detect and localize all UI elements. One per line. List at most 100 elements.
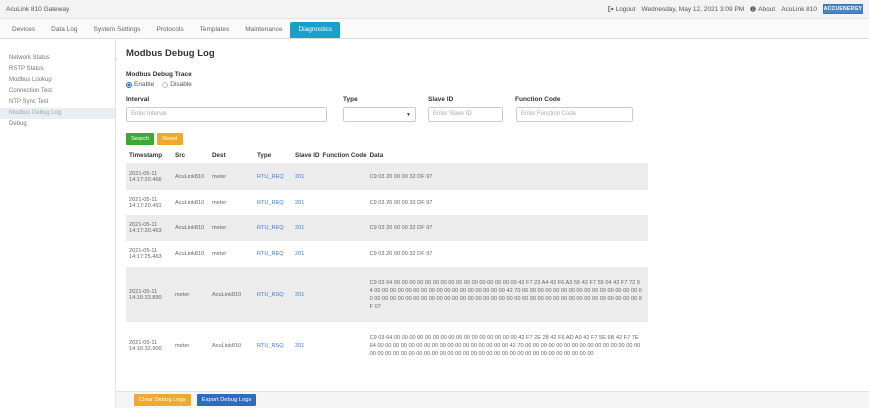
cell-src: meter (172, 267, 209, 322)
sidebar-item-network-status[interactable]: Network Status (0, 53, 115, 64)
sidebar-item-modbus-debug-log[interactable]: Modbus Debug Log (0, 108, 115, 119)
disable-radio[interactable]: Disable (162, 81, 192, 88)
cell-func (319, 267, 367, 322)
sidebar-item-debug[interactable]: Debug (0, 119, 115, 130)
table-row: 2021-05-11 14:17:20.463 AcuLink810 meter RTU… (126, 215, 648, 241)
table-row: 2021-05-11 14:17:20.466 AcuLink810 meter RTU… (126, 163, 648, 190)
table-row: 2021-05-11 14:16:33.890 meter AcuLink810 RTU… (126, 267, 648, 322)
column-header-src: Src (175, 151, 186, 159)
trace-label: Modbus Debug Trace (126, 71, 192, 78)
cell-dest: meter (209, 215, 254, 241)
about-link[interactable]: About (750, 6, 775, 13)
brand-logo-text: ACCUENERGY (823, 6, 863, 12)
filter-labels: Interval Type Slave ID Function Code (126, 96, 866, 106)
cell-type: RTU_RSQ (254, 322, 292, 370)
column-header-slave-id: Slave ID (295, 151, 320, 159)
cell-slave: 201 (292, 163, 320, 190)
enable-label: Enable (134, 81, 155, 88)
sidebar-item-modbus-lookup[interactable]: Modbus Lookup (0, 75, 115, 86)
table-row: 2021-05-11 14:17:20.491 AcuLink810 meter RTU… (126, 190, 648, 215)
cell-func (319, 241, 367, 267)
tab-protocols[interactable]: Protocols (148, 22, 191, 38)
cell-timestamp: 2021-05-11 14:17:20.463 (126, 215, 172, 241)
sidebar-item-ntp-sync-test[interactable]: NTP Sync Test (0, 97, 115, 108)
function-code-label: Function Code (515, 96, 561, 103)
tab-diagnostics[interactable]: Diagnostics (290, 22, 341, 38)
app-title: AcuLink 810 Gateway (6, 5, 70, 13)
tab-system-settings[interactable]: System Settings (86, 22, 149, 38)
timestamp-time: 14:17:20.463 (129, 228, 162, 234)
cell-dest: meter (209, 241, 254, 267)
cell-type: RTU_REQ (254, 190, 292, 215)
cell-func (319, 215, 367, 241)
sidebar: Network Status RSTP Status Modbus Lookup Co… (0, 39, 116, 408)
cell-data: C9 03 20 00 00 32 DF 97 (366, 241, 648, 267)
column-header-data: Data (369, 151, 384, 159)
cell-timestamp: 2021-05-11 14:16:33.890 (126, 267, 172, 322)
debug-log-table: Timestamp Src Dest Type Slave ID Function Cod… (126, 147, 648, 370)
enable-radio-dot[interactable] (126, 81, 132, 88)
interval-label: Interval (126, 96, 150, 103)
timestamp-time: 14:17:20.466 (129, 176, 162, 183)
cell-slave: 201 (292, 267, 320, 322)
cell-type: RTU_REQ (254, 163, 292, 190)
enable-radio[interactable]: Enable (126, 81, 154, 88)
slave-id-label: Slave ID (428, 96, 454, 103)
type-select[interactable]: ▼ (343, 107, 416, 122)
table-row: 2021-05-11 14:17:25.463 AcuLink810 meter RTU… (126, 241, 648, 267)
cell-dest: meter (209, 190, 254, 215)
top-bar-right: Logout Wednesday, May 12, 2021 3:09 PM A… (607, 4, 863, 14)
timestamp-time: 14:17:20.491 (129, 202, 162, 209)
search-button[interactable]: Search (126, 133, 155, 145)
cell-timestamp: 2021-05-11 14:16:32.900 (126, 322, 172, 370)
cell-timestamp: 2021-05-11 14:17:25.463 (126, 241, 172, 267)
cell-data: C9 03 64 00 00 00 00 00 00 00 00 00 00 0… (366, 322, 648, 370)
logout-link[interactable]: Logout (607, 5, 636, 13)
disable-label: Disable (170, 81, 192, 88)
column-header-function-code: Function Code (322, 151, 367, 159)
table-row: 2021-05-11 14:16:32.900 meter AcuLink810 RTU… (126, 322, 648, 370)
cell-slave: 201 (292, 322, 320, 370)
sidebar-collapse-icon[interactable]: ‹ (115, 57, 117, 63)
timestamp-time: 14:16:32.900 (129, 346, 162, 352)
clear-debug-logs-button[interactable]: Clear Debug Logs (134, 394, 191, 406)
filter-buttons: Search Reset (126, 133, 866, 145)
top-bar: AcuLink 810 Gateway Logout Wednesday, Ma… (0, 0, 869, 19)
cell-src: AcuLink810 (172, 241, 209, 267)
sidebar-item-rstp-status[interactable]: RSTP Status (0, 64, 115, 75)
sidebar-item-connection-test[interactable]: Connection Test (0, 86, 115, 97)
cell-src: AcuLink810 (172, 163, 209, 190)
interval-input[interactable]: Enter Interval (126, 107, 327, 122)
tab-data-log[interactable]: Data Log (43, 22, 85, 38)
type-label: Type (343, 96, 358, 103)
cell-type: RTU_RSQ (254, 267, 292, 322)
cell-timestamp: 2021-05-11 14:17:20.466 (126, 163, 172, 190)
logout-icon (607, 6, 614, 12)
cell-data: C9 03 64 00 00 00 00 00 00 00 00 00 00 0… (366, 267, 648, 322)
logout-label: Logout (615, 5, 636, 13)
main-content: Modbus Debug Log Modbus Debug Trace Enab… (126, 39, 866, 370)
bottom-action-bar: Clear Debug Logs Export Debug Logs (116, 391, 869, 408)
tab-templates[interactable]: Templates (192, 22, 238, 38)
cell-data: C9 03 20 00 00 32 DF 97 (366, 163, 648, 190)
cell-slave: 201 (292, 241, 320, 267)
cell-dest: AcuLink810 (209, 267, 254, 322)
chevron-down-icon: ▼ (406, 112, 411, 118)
function-code-input[interactable]: Enter Function Code (516, 107, 633, 122)
column-header-type: Type (257, 151, 272, 159)
export-debug-logs-button[interactable]: Export Debug Logs (196, 394, 257, 406)
cell-src: AcuLink810 (172, 215, 209, 241)
disable-radio-dot[interactable] (162, 81, 169, 88)
page-title: Modbus Debug Log (126, 48, 215, 59)
column-header-dest: Dest (212, 151, 226, 159)
cell-slave: 201 (292, 190, 320, 215)
cell-dest: AcuLink810 (209, 322, 254, 370)
cell-data: C9 03 20 00 00 32 DF 97 (366, 215, 648, 241)
reset-button[interactable]: Reset (157, 133, 183, 145)
slave-id-input[interactable]: Enter Slave ID (428, 107, 503, 122)
brand-logo: ACCUENERGY (823, 4, 863, 14)
tab-maintenance[interactable]: Maintenance (237, 22, 290, 38)
table-header-row: Timestamp Src Dest Type Slave ID Function Cod… (126, 147, 648, 163)
tab-devices[interactable]: Devices (4, 22, 43, 38)
device-name: AcuLink 810 (781, 5, 817, 13)
